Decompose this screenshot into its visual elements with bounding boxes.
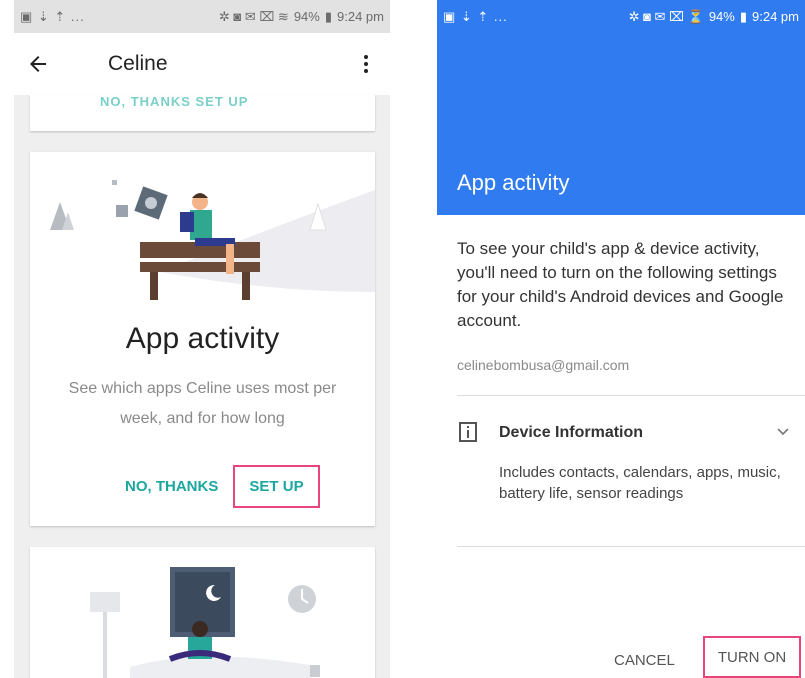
chevron-down-icon[interactable] — [777, 428, 789, 436]
left-phone-screen: ▣ ⇣ ⇡ ... ✲ ◙ ✉ ⌧ ≋ 94% ▮ 9:24 pm Celine… — [14, 0, 390, 678]
device-information-title: Device Information — [499, 424, 644, 441]
card-description: See which apps Celine uses most per week… — [68, 380, 337, 427]
battery-icon: ▮ — [739, 8, 748, 24]
app-bar: Celine — [14, 33, 390, 95]
status-notification-icons: ▣ ⇣ ⇡ ... — [20, 8, 85, 24]
turn-on-button[interactable]: TURN ON — [703, 636, 801, 678]
previous-card-actions: NO, THANKS SET UP — [100, 94, 249, 109]
status-bar: ▣ ⇣ ⇡ ... ✲ ◙ ✉ ⌧ ⏳ 94% ▮ 9:24 pm — [437, 0, 805, 33]
next-card — [30, 547, 375, 678]
more-vert-icon[interactable] — [354, 52, 378, 76]
bench-illustration — [50, 180, 375, 300]
app-activity-card: App activity See which apps Celine uses … — [30, 152, 375, 526]
status-time: 9:24 pm — [752, 9, 799, 24]
cancel-button[interactable]: CANCEL — [614, 652, 675, 669]
right-phone-screen: ▣ ⇣ ⇡ ... ✲ ◙ ✉ ⌧ ⏳ 94% ▮ 9:24 pm App ac… — [437, 0, 805, 678]
status-notification-icons: ▣ ⇣ ⇡ ... — [443, 8, 508, 24]
dialog-title: App activity — [457, 170, 570, 195]
status-system-icons: ✲ ◙ ✉ ⌧ ⏳ — [628, 8, 704, 24]
card-heading: App activity — [125, 322, 280, 355]
divider — [457, 546, 805, 547]
previous-card: NO, THANKS SET UP — [30, 94, 375, 131]
no-thanks-button[interactable]: NO, THANKS — [125, 478, 218, 495]
back-arrow-icon[interactable] — [26, 52, 50, 76]
status-bar: ▣ ⇣ ⇡ ... ✲ ◙ ✉ ⌧ ≋ 94% ▮ 9:24 pm — [14, 0, 390, 33]
status-system-icons: ✲ ◙ ✉ ⌧ ≋ — [218, 8, 289, 24]
status-time: 9:24 pm — [337, 9, 384, 24]
dialog-actions: CANCEL TURN ON — [437, 628, 805, 678]
device-information-description: Includes contacts, calendars, apps, musi… — [499, 464, 781, 502]
device-information-row[interactable]: Device Information Includes contacts, ca… — [437, 396, 805, 546]
dialog-body-text: To see your child's app & device activit… — [457, 239, 784, 330]
bedtime-illustration — [90, 567, 320, 678]
battery-level: 94% — [708, 9, 735, 24]
battery-level: 94% — [293, 9, 320, 24]
account-email: celinebombusa@gmail.com — [457, 357, 630, 373]
app-title: Celine — [108, 52, 168, 75]
dialog-header: ▣ ⇣ ⇡ ... ✲ ◙ ✉ ⌧ ⏳ 94% ▮ 9:24 pm App ac… — [437, 0, 805, 215]
set-up-button[interactable]: SET UP — [233, 465, 320, 508]
device-info-icon — [459, 422, 477, 442]
battery-icon: ▮ — [324, 8, 333, 24]
